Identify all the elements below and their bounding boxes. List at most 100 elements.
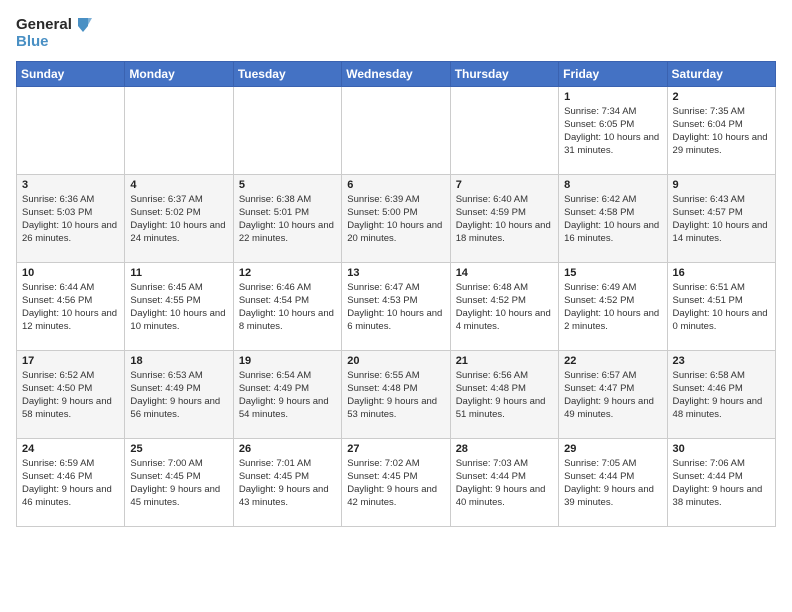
cell-info: Sunrise: 6:57 AM Sunset: 4:47 PM Dayligh…	[564, 369, 661, 422]
day-number: 10	[22, 267, 119, 279]
calendar-cell	[17, 86, 125, 174]
cell-info: Sunrise: 6:37 AM Sunset: 5:02 PM Dayligh…	[130, 193, 227, 246]
logo-general: General	[16, 17, 72, 34]
calendar-cell: 11Sunrise: 6:45 AM Sunset: 4:55 PM Dayli…	[125, 262, 233, 350]
cell-info: Sunrise: 7:03 AM Sunset: 4:44 PM Dayligh…	[456, 457, 553, 510]
calendar-cell: 10 Sunrise: 6:44 AM Sunset: 4:56 PM Dayli…	[17, 262, 125, 350]
calendar-cell: 25 Sunrise: 7:00 AM Sunset: 4:45 PM Dayli…	[125, 438, 233, 526]
calendar-cell: 24 Sunrise: 6:59 AM Sunset: 4:46 PM Dayli…	[17, 438, 125, 526]
calendar-cell: 27 Sunrise: 7:02 AM Sunset: 4:45 PM Dayli…	[342, 438, 450, 526]
day-number: 16	[673, 267, 770, 279]
cell-info: Sunrise: 7:02 AM Sunset: 4:45 PM Dayligh…	[347, 457, 444, 510]
day-number: 27	[347, 443, 444, 455]
calendar-cell: 23 Sunrise: 6:58 AM Sunset: 4:46 PM Dayli…	[667, 350, 775, 438]
weekday-header: Friday	[559, 61, 667, 86]
day-number: 3	[22, 179, 119, 191]
calendar-week-row: 17 Sunrise: 6:52 AM Sunset: 4:50 PM Dayli…	[17, 350, 776, 438]
weekday-header: Monday	[125, 61, 233, 86]
cell-info: Sunrise: 6:39 AM Sunset: 5:00 PM Dayligh…	[347, 193, 444, 246]
calendar-cell: 8Sunrise: 6:42 AM Sunset: 4:58 PM Daylig…	[559, 174, 667, 262]
cell-info: Sunrise: 7:00 AM Sunset: 4:45 PM Dayligh…	[130, 457, 227, 510]
calendar-cell: 12 Sunrise: 6:46 AM Sunset: 4:54 PM Dayli…	[233, 262, 341, 350]
day-number: 25	[130, 443, 227, 455]
cell-info: Sunrise: 6:52 AM Sunset: 4:50 PM Dayligh…	[22, 369, 119, 422]
cell-info: Sunrise: 6:46 AM Sunset: 4:54 PM Dayligh…	[239, 281, 336, 334]
day-number: 4	[130, 179, 227, 191]
day-number: 24	[22, 443, 119, 455]
calendar-cell: 30 Sunrise: 7:06 AM Sunset: 4:44 PM Dayli…	[667, 438, 775, 526]
day-number: 17	[22, 355, 119, 367]
weekday-header: Wednesday	[342, 61, 450, 86]
cell-info: Sunrise: 6:43 AM Sunset: 4:57 PM Dayligh…	[673, 193, 770, 246]
calendar-cell: 18 Sunrise: 6:53 AM Sunset: 4:49 PM Dayli…	[125, 350, 233, 438]
cell-info: Sunrise: 6:53 AM Sunset: 4:49 PM Dayligh…	[130, 369, 227, 422]
day-number: 2	[673, 91, 770, 103]
calendar-cell: 6 Sunrise: 6:39 AM Sunset: 5:00 PM Daylig…	[342, 174, 450, 262]
calendar-cell: 2 Sunrise: 7:35 AM Sunset: 6:04 PM Daylig…	[667, 86, 775, 174]
calendar-cell: 7 Sunrise: 6:40 AM Sunset: 4:59 PM Daylig…	[450, 174, 558, 262]
weekday-header: Tuesday	[233, 61, 341, 86]
cell-info: Sunrise: 7:06 AM Sunset: 4:44 PM Dayligh…	[673, 457, 770, 510]
cell-info: Sunrise: 6:44 AM Sunset: 4:56 PM Dayligh…	[22, 281, 119, 334]
calendar-cell: 22 Sunrise: 6:57 AM Sunset: 4:47 PM Dayli…	[559, 350, 667, 438]
calendar-cell: 5 Sunrise: 6:38 AM Sunset: 5:01 PM Daylig…	[233, 174, 341, 262]
cell-info: Sunrise: 6:48 AM Sunset: 4:52 PM Dayligh…	[456, 281, 553, 334]
calendar-week-row: 3 Sunrise: 6:36 AM Sunset: 5:03 PM Daylig…	[17, 174, 776, 262]
cell-info: Sunrise: 6:54 AM Sunset: 4:49 PM Dayligh…	[239, 369, 336, 422]
cell-info: Sunrise: 6:45 AM Sunset: 4:55 PM Dayligh…	[130, 281, 227, 334]
calendar-cell: 9Sunrise: 6:43 AM Sunset: 4:57 PM Daylig…	[667, 174, 775, 262]
calendar-cell: 17 Sunrise: 6:52 AM Sunset: 4:50 PM Dayli…	[17, 350, 125, 438]
calendar-week-row: 10 Sunrise: 6:44 AM Sunset: 4:56 PM Dayli…	[17, 262, 776, 350]
day-number: 14	[456, 267, 553, 279]
weekday-header: Sunday	[17, 61, 125, 86]
calendar-cell: 20 Sunrise: 6:55 AM Sunset: 4:48 PM Dayli…	[342, 350, 450, 438]
cell-info: Sunrise: 7:01 AM Sunset: 4:45 PM Dayligh…	[239, 457, 336, 510]
calendar-cell: 26 Sunrise: 7:01 AM Sunset: 4:45 PM Dayli…	[233, 438, 341, 526]
calendar-week-row: 1 Sunrise: 7:34 AM Sunset: 6:05 PM Daylig…	[17, 86, 776, 174]
day-number: 15	[564, 267, 661, 279]
cell-info: Sunrise: 6:36 AM Sunset: 5:03 PM Dayligh…	[22, 193, 119, 246]
day-number: 1	[564, 91, 661, 103]
day-number: 30	[673, 443, 770, 455]
day-number: 21	[456, 355, 553, 367]
calendar-cell: 19Sunrise: 6:54 AM Sunset: 4:49 PM Dayli…	[233, 350, 341, 438]
cell-info: Sunrise: 6:40 AM Sunset: 4:59 PM Dayligh…	[456, 193, 553, 246]
day-number: 23	[673, 355, 770, 367]
weekday-header: Thursday	[450, 61, 558, 86]
calendar-week-row: 24 Sunrise: 6:59 AM Sunset: 4:46 PM Dayli…	[17, 438, 776, 526]
day-number: 8	[564, 179, 661, 191]
calendar-cell: 21Sunrise: 6:56 AM Sunset: 4:48 PM Dayli…	[450, 350, 558, 438]
calendar-cell: 28Sunrise: 7:03 AM Sunset: 4:44 PM Dayli…	[450, 438, 558, 526]
cell-info: Sunrise: 6:58 AM Sunset: 4:46 PM Dayligh…	[673, 369, 770, 422]
cell-info: Sunrise: 6:51 AM Sunset: 4:51 PM Dayligh…	[673, 281, 770, 334]
cell-info: Sunrise: 6:47 AM Sunset: 4:53 PM Dayligh…	[347, 281, 444, 334]
weekday-header: Saturday	[667, 61, 775, 86]
day-number: 18	[130, 355, 227, 367]
calendar-cell	[233, 86, 341, 174]
cell-info: Sunrise: 7:05 AM Sunset: 4:44 PM Dayligh…	[564, 457, 661, 510]
day-number: 5	[239, 179, 336, 191]
cell-info: Sunrise: 7:34 AM Sunset: 6:05 PM Dayligh…	[564, 105, 661, 158]
cell-info: Sunrise: 6:55 AM Sunset: 4:48 PM Dayligh…	[347, 369, 444, 422]
calendar-cell: 15 Sunrise: 6:49 AM Sunset: 4:52 PM Dayli…	[559, 262, 667, 350]
calendar-table: SundayMondayTuesdayWednesdayThursdayFrid…	[16, 61, 776, 527]
cell-info: Sunrise: 6:38 AM Sunset: 5:01 PM Dayligh…	[239, 193, 336, 246]
day-number: 26	[239, 443, 336, 455]
cell-info: Sunrise: 6:49 AM Sunset: 4:52 PM Dayligh…	[564, 281, 661, 334]
day-number: 12	[239, 267, 336, 279]
cell-info: Sunrise: 7:35 AM Sunset: 6:04 PM Dayligh…	[673, 105, 770, 158]
day-number: 22	[564, 355, 661, 367]
day-number: 7	[456, 179, 553, 191]
day-number: 13	[347, 267, 444, 279]
day-number: 20	[347, 355, 444, 367]
logo-arrow-icon	[74, 16, 92, 34]
calendar-cell: 3 Sunrise: 6:36 AM Sunset: 5:03 PM Daylig…	[17, 174, 125, 262]
calendar-cell: 29 Sunrise: 7:05 AM Sunset: 4:44 PM Dayli…	[559, 438, 667, 526]
day-number: 29	[564, 443, 661, 455]
day-number: 6	[347, 179, 444, 191]
calendar-cell: 16 Sunrise: 6:51 AM Sunset: 4:51 PM Dayli…	[667, 262, 775, 350]
calendar-cell: 4 Sunrise: 6:37 AM Sunset: 5:02 PM Daylig…	[125, 174, 233, 262]
cell-info: Sunrise: 6:59 AM Sunset: 4:46 PM Dayligh…	[22, 457, 119, 510]
calendar-cell: 14 Sunrise: 6:48 AM Sunset: 4:52 PM Dayli…	[450, 262, 558, 350]
calendar-cell: 1 Sunrise: 7:34 AM Sunset: 6:05 PM Daylig…	[559, 86, 667, 174]
